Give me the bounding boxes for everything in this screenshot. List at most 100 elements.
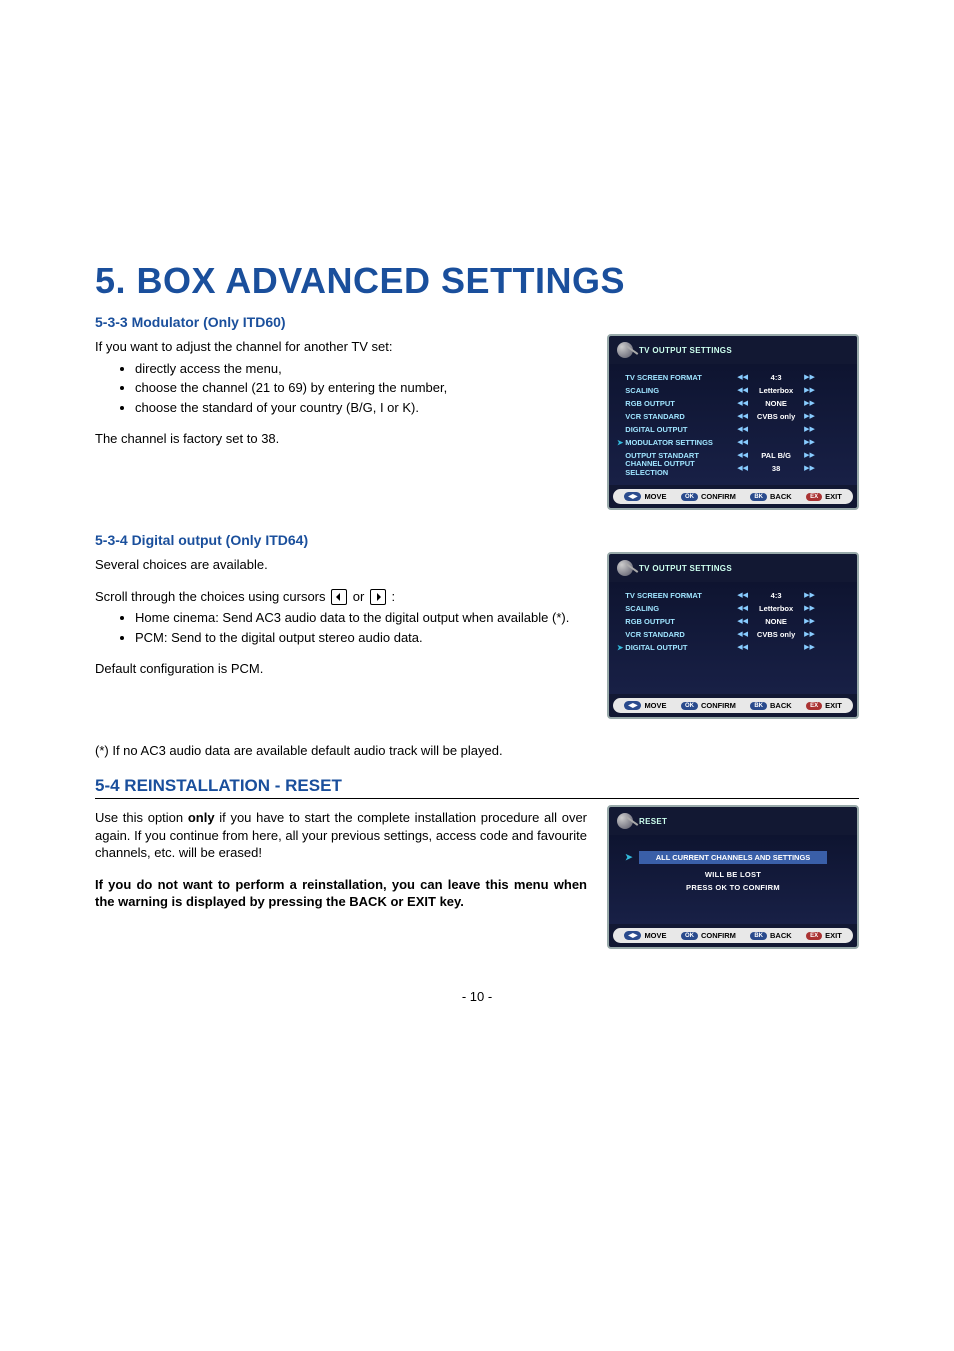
exit-button-icon: EX (806, 493, 822, 501)
move-label: MOVE (644, 931, 666, 940)
forward-icon: ▶▶ (802, 630, 817, 638)
osd-row-value: 4:3 (750, 591, 802, 600)
bullet: directly access the menu, (135, 360, 587, 378)
forward-icon: ▶▶ (802, 643, 817, 651)
exit-button-icon: EX (806, 702, 822, 710)
rewind-icon: ◀◀ (735, 373, 750, 381)
intro-5-3-3: If you want to adjust the channel for an… (95, 338, 587, 356)
osd-row-value: 38 (750, 464, 802, 473)
exit-button-icon: EX (806, 932, 822, 940)
text-bold: only (188, 810, 215, 825)
forward-icon: ▶▶ (802, 617, 817, 625)
osd-row: ➤TV SCREEN FORMAT◀◀4:3▶▶ (617, 371, 849, 383)
osd-row-value: Letterbox (750, 386, 802, 395)
text: Scroll through the choices using cursors (95, 589, 329, 604)
osd-row-value: NONE (750, 617, 802, 626)
exit-label: EXIT (825, 492, 842, 501)
forward-icon: ▶▶ (802, 464, 817, 472)
rewind-icon: ◀◀ (735, 425, 750, 433)
satellite-icon (617, 813, 633, 829)
forward-icon: ▶▶ (802, 451, 817, 459)
osd-row-label: DIGITAL OUTPUT (625, 643, 735, 652)
heading-5-3-3: 5-3-3 Modulator (Only ITD60) (95, 314, 859, 330)
osd-row-value: 4:3 (750, 373, 802, 382)
osd-row-value: CVBS only (750, 630, 802, 639)
pointer-icon: ➤ (617, 438, 623, 447)
rewind-icon: ◀◀ (735, 451, 750, 459)
rewind-icon: ◀◀ (735, 604, 750, 612)
exit-label: EXIT (825, 931, 842, 940)
back-label: BACK (770, 492, 792, 501)
confirm-label: CONFIRM (701, 701, 736, 710)
reset-paragraph-2: If you do not want to perform a reinstal… (95, 876, 587, 911)
rewind-icon: ◀◀ (735, 630, 750, 638)
osd-row: ➤CHANNEL OUTPUT SELECTION◀◀38▶▶ (617, 462, 849, 474)
forward-icon: ▶▶ (802, 425, 817, 433)
cursor-left-icon (331, 589, 347, 605)
bullet: PCM: Send to the digital output stereo a… (135, 629, 587, 647)
osd-row: ➤SCALING◀◀Letterbox▶▶ (617, 602, 849, 614)
osd-row: ➤RGB OUTPUT◀◀NONE▶▶ (617, 397, 849, 409)
reset-line-2: WILL BE LOST (617, 870, 849, 879)
forward-icon: ▶▶ (802, 399, 817, 407)
rewind-icon: ◀◀ (735, 591, 750, 599)
confirm-label: CONFIRM (701, 492, 736, 501)
reset-banner: ➤ ALL CURRENT CHANNELS AND SETTINGS (639, 851, 827, 864)
heading-5-4: 5-4 REINSTALLATION - RESET (95, 776, 859, 796)
rewind-icon: ◀◀ (735, 412, 750, 420)
bullets-5-3-3: directly access the menu, choose the cha… (135, 360, 587, 417)
cursor-right-icon (370, 589, 386, 605)
osd-row: ➤VCR STANDARD◀◀CVBS only▶▶ (617, 410, 849, 422)
satellite-icon (617, 560, 633, 576)
osd-footer: ◀▶MOVE OKCONFIRM BKBACK EXEXIT (613, 698, 853, 713)
osd-row-label: MODULATOR SETTINGS (625, 438, 735, 447)
osd-row-label: SCALING (625, 604, 735, 613)
osd-screenshot-reset: RESET ➤ ALL CURRENT CHANNELS AND SETTING… (607, 805, 859, 949)
ac3-footnote: (*) If no AC3 audio data are available d… (95, 743, 859, 758)
forward-icon: ▶▶ (802, 386, 817, 394)
osd-row: ➤VCR STANDARD◀◀CVBS only▶▶ (617, 628, 849, 640)
osd-row-label: RGB OUTPUT (625, 399, 735, 408)
osd-row: ➤TV SCREEN FORMAT◀◀4:3▶▶ (617, 589, 849, 601)
move-label: MOVE (644, 701, 666, 710)
osd-row-label: DIGITAL OUTPUT (625, 425, 735, 434)
forward-icon: ▶▶ (802, 604, 817, 612)
forward-icon: ▶▶ (802, 373, 817, 381)
move-button-icon: ◀▶ (624, 492, 641, 501)
pointer-icon: ➤ (617, 643, 623, 652)
reset-line-1: ALL CURRENT CHANNELS AND SETTINGS (656, 853, 811, 862)
osd-row: ➤DIGITAL OUTPUT◀◀▶▶ (617, 423, 849, 435)
osd-footer: ◀▶MOVE OKCONFIRM BKBACK EXEXIT (613, 928, 853, 943)
section-rule (95, 798, 859, 799)
ok-button-icon: OK (681, 493, 698, 501)
rewind-icon: ◀◀ (735, 386, 750, 394)
osd-row-label: TV SCREEN FORMAT (625, 373, 735, 382)
bullet: Home cinema: Send AC3 audio data to the … (135, 609, 587, 627)
pointer-icon: ➤ (625, 852, 633, 863)
back-button-icon: BK (750, 932, 767, 940)
osd-row: ➤DIGITAL OUTPUT◀◀▶▶ (617, 641, 849, 653)
intro-5-3-4: Several choices are available. (95, 556, 587, 574)
text: Use this option (95, 810, 188, 825)
osd-screenshot-modulator: TV OUTPUT SETTINGS ➤TV SCREEN FORMAT◀◀4:… (607, 334, 859, 510)
bullet: choose the standard of your country (B/G… (135, 399, 587, 417)
forward-icon: ▶▶ (802, 412, 817, 420)
osd-screenshot-digital-output: TV OUTPUT SETTINGS ➤TV SCREEN FORMAT◀◀4:… (607, 552, 859, 719)
move-button-icon: ◀▶ (624, 931, 641, 940)
page-number: - 10 - (95, 989, 859, 1004)
ok-button-icon: OK (681, 932, 698, 940)
default-note: Default configuration is PCM. (95, 660, 587, 678)
forward-icon: ▶▶ (802, 438, 817, 446)
rewind-icon: ◀◀ (735, 399, 750, 407)
osd-row-label: SCALING (625, 386, 735, 395)
osd-row: ➤MODULATOR SETTINGS◀◀▶▶ (617, 436, 849, 448)
confirm-label: CONFIRM (701, 931, 736, 940)
osd-row: ➤RGB OUTPUT◀◀NONE▶▶ (617, 615, 849, 627)
osd-title: RESET (639, 817, 667, 826)
reset-line-3: PRESS OK TO CONFIRM (617, 883, 849, 892)
ok-button-icon: OK (681, 702, 698, 710)
move-label: MOVE (644, 492, 666, 501)
forward-icon: ▶▶ (802, 591, 817, 599)
osd-row-value: NONE (750, 399, 802, 408)
osd-row-label: RGB OUTPUT (625, 617, 735, 626)
